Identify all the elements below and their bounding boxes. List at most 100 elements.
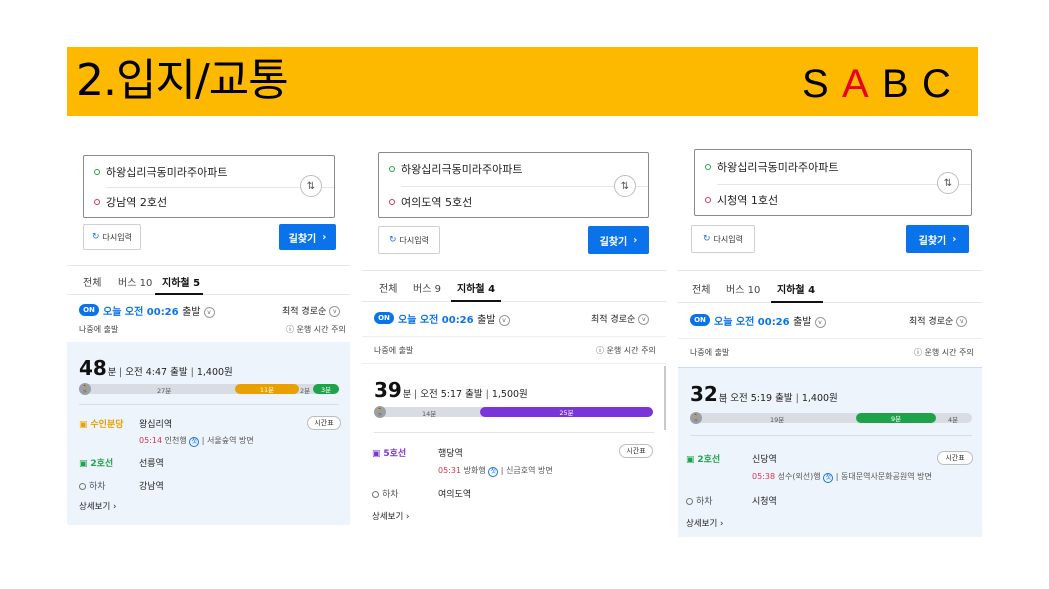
- subway-icon: ▣: [686, 455, 695, 465]
- step-schedule: 05:31 방화행 첫 | 신금호역 방면: [438, 466, 553, 477]
- origin-field[interactable]: 하왕십리극동미라주아파트: [94, 164, 227, 180]
- step-line-name: ▣ 2호선: [79, 456, 113, 469]
- retry-label: 다시입력: [713, 234, 743, 244]
- route-result-card[interactable]: 32분 | 오전 5:19 출발 | 1,400원 🚶 19분 9분 4분 ▣ …: [678, 367, 982, 537]
- tab-bus[interactable]: 버스 10: [726, 281, 760, 296]
- op-time-label: 운행 시간 주의: [924, 348, 974, 357]
- origin-text: 하왕십리극동미라주아파트: [401, 163, 523, 176]
- origin-dot-icon: [705, 164, 711, 170]
- detail-link[interactable]: 상세보기 ›: [686, 517, 723, 529]
- grade-c: C: [922, 62, 951, 106]
- step-station: 강남역: [139, 482, 164, 492]
- tab-bus[interactable]: 버스 9: [413, 280, 441, 295]
- active-tab-indicator: [451, 300, 501, 302]
- depart-info: 오전 5:19 출발: [730, 393, 793, 404]
- retry-button[interactable]: ↻ 다시입력: [691, 225, 755, 253]
- sort-dropdown[interactable]: 최적 경로순 v: [591, 312, 650, 325]
- segment-label: 19분: [770, 416, 785, 424]
- departure-time[interactable]: 오늘 오전 00:26 출발 v: [398, 311, 510, 326]
- later-row: 나중에 출발 ⓘ 운행 시간 주의: [67, 318, 350, 340]
- origin-text: 하왕십리극동미라주아파트: [106, 166, 228, 179]
- tab-subway[interactable]: 지하철 4: [457, 280, 495, 295]
- detail-link[interactable]: 상세보기 ›: [372, 510, 409, 522]
- on-badge[interactable]: ON: [374, 312, 394, 324]
- swap-icon[interactable]: ⇅: [614, 175, 636, 197]
- later-departure[interactable]: 나중에 출발: [690, 347, 729, 358]
- later-departure[interactable]: 나중에 출발: [79, 324, 118, 335]
- chevron-down-icon: v: [814, 316, 826, 328]
- scrollbar[interactable]: [664, 366, 666, 430]
- retry-label: 다시입력: [102, 232, 132, 242]
- operation-time-notice[interactable]: ⓘ 운행 시간 주의: [286, 324, 346, 335]
- subway-icon: ▣: [372, 449, 381, 459]
- route-result-card[interactable]: 39분 | 오전 5:17 출발 | 1,500원 🚶 14분 25분 ▣ 5호…: [362, 366, 666, 530]
- detail-link[interactable]: 상세보기 ›: [79, 500, 116, 512]
- timetable-button[interactable]: 시간표: [307, 416, 341, 430]
- today-label: 오늘: [103, 307, 122, 318]
- swap-icon[interactable]: ⇅: [937, 172, 959, 194]
- timetable-button[interactable]: 시간표: [937, 451, 973, 465]
- find-route-button[interactable]: 길찾기 ›: [906, 225, 969, 253]
- timetable-button[interactable]: 시간표: [619, 444, 653, 458]
- route-result-card[interactable]: 48분 | 오전 4:47 출발 | 1,400원 🚶 27분 11분 2분 3…: [67, 342, 350, 525]
- destination-field[interactable]: 시청역 1호선: [705, 192, 778, 208]
- train-direction: 방화행: [463, 466, 486, 475]
- find-route-label: 길찾기: [599, 236, 628, 248]
- subway-icon: ▣: [79, 420, 88, 430]
- departure-time-value: 오전 00:26: [735, 317, 790, 328]
- sort-dropdown[interactable]: 최적 경로순 v: [282, 304, 341, 317]
- step-line-name: ▣ 5호선: [372, 446, 406, 459]
- step-schedule: 05:38 성수(외선)행 첫 | 동대문역사문화공원역 방면: [752, 472, 932, 483]
- later-departure[interactable]: 나중에 출발: [374, 345, 413, 356]
- departure-time[interactable]: 오늘 오전 00:26 출발 v: [103, 303, 215, 318]
- sort-dropdown[interactable]: 최적 경로순 v: [909, 314, 968, 327]
- step-line-name: ▣ 수인분당: [79, 417, 124, 430]
- operation-time-notice[interactable]: ⓘ 운행 시간 주의: [914, 347, 974, 358]
- on-badge[interactable]: ON: [79, 304, 99, 316]
- find-route-button[interactable]: 길찾기 ›: [588, 226, 649, 254]
- chevron-down-icon: v: [638, 314, 650, 325]
- tab-all[interactable]: 전체: [692, 281, 710, 296]
- destination-field[interactable]: 여의도역 5호선: [389, 194, 472, 210]
- route-input-box: 하왕십리극동미라주아파트 강남역 2호선 ⇅: [83, 155, 335, 218]
- origin-field[interactable]: 하왕십리극동미라주아파트: [389, 161, 522, 177]
- page-title: 2.입지/교통: [76, 55, 289, 106]
- find-route-button[interactable]: 길찾기 ›: [279, 224, 336, 250]
- chevron-right-icon: ›: [112, 502, 117, 512]
- retry-button[interactable]: ↻ 다시입력: [83, 224, 141, 250]
- toward-station: 동대문역사문화공원역 방면: [841, 472, 932, 481]
- departure-time-value: 오전 00:26: [124, 307, 179, 318]
- chevron-right-icon: ›: [405, 512, 410, 522]
- step-line-name: ▣ 2호선: [686, 452, 720, 465]
- origin-field[interactable]: 하왕십리극동미라주아파트: [705, 159, 838, 175]
- walk-icon: 🚶: [374, 406, 386, 418]
- first-train-icon: 첫: [488, 467, 499, 477]
- transport-tabs: 전체 버스 10 지하철 5: [67, 265, 350, 295]
- tab-bus[interactable]: 버스 10: [118, 274, 152, 289]
- segment-label: 9분: [890, 415, 902, 423]
- retry-button[interactable]: ↻ 다시입력: [378, 226, 440, 254]
- tab-subway[interactable]: 지하철 5: [162, 274, 200, 289]
- detail-label: 상세보기: [372, 512, 404, 522]
- swap-icon[interactable]: ⇅: [300, 175, 322, 197]
- total-duration: 48분: [79, 356, 116, 380]
- on-badge[interactable]: ON: [690, 314, 710, 326]
- origin-text: 하왕십리극동미라주아파트: [717, 161, 839, 174]
- find-route-label: 길찾기: [288, 233, 317, 245]
- tab-subway[interactable]: 지하철 4: [777, 281, 815, 296]
- step-station: 선릉역: [139, 459, 164, 469]
- depart-info: 오전 5:17 출발: [420, 389, 483, 400]
- step-station: 왕십리역: [139, 420, 173, 430]
- tab-all[interactable]: 전체: [83, 274, 101, 289]
- operation-time-notice[interactable]: ⓘ 운행 시간 주의: [596, 345, 656, 356]
- departure-time[interactable]: 오늘 오전 00:26 출발 v: [714, 313, 826, 328]
- line-label: 5호선: [383, 449, 407, 459]
- toward-station: 신금호역 방면: [506, 466, 553, 475]
- depart-info: 오전 4:47 출발: [125, 367, 188, 378]
- total-duration: 32분: [690, 382, 727, 406]
- retry-label: 다시입력: [399, 235, 429, 245]
- tab-all[interactable]: 전체: [379, 280, 397, 295]
- route-panel-2: 하왕십리극동미라주아파트 여의도역 5호선 ⇅ ↻ 다시입력 길찾기 › 전체 버스…: [362, 148, 666, 530]
- destination-field[interactable]: 강남역 2호선: [94, 194, 167, 210]
- destination-text: 시청역 1호선: [717, 194, 779, 207]
